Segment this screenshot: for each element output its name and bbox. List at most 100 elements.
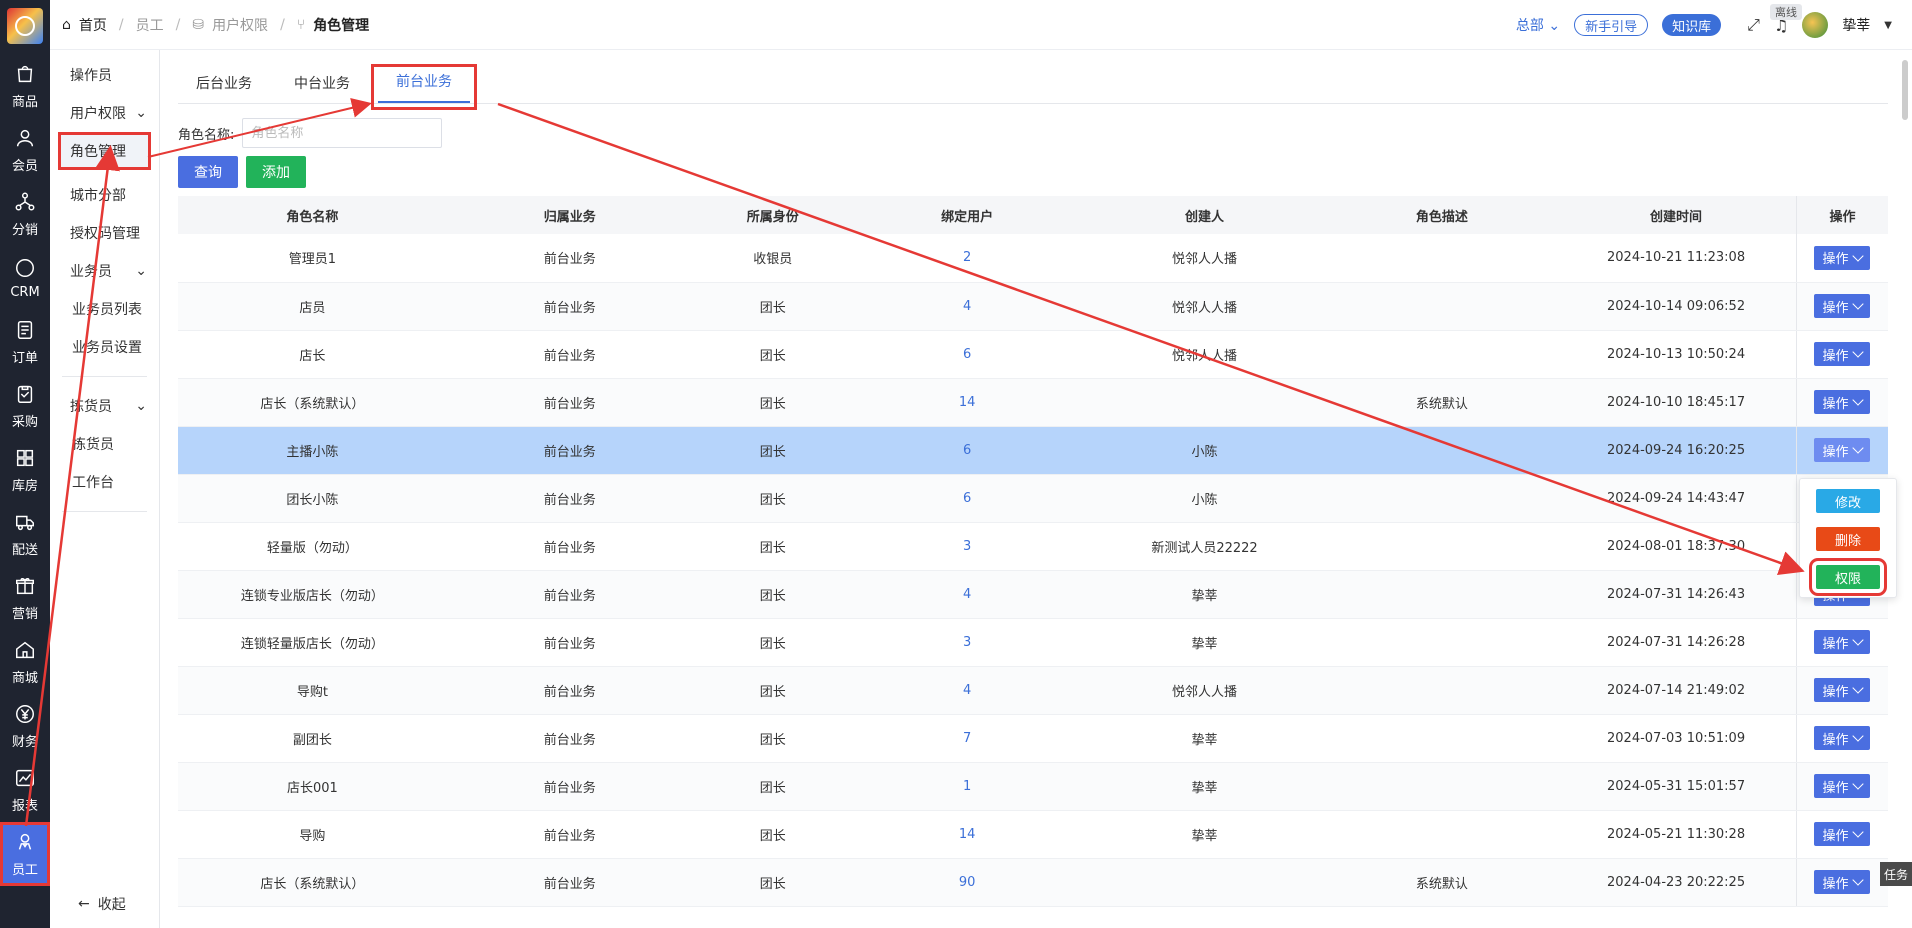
table-row[interactable]: 副团长 前台业务 团长 7 挚莘 2024-07-03 10:51:09 操作 xyxy=(178,714,1888,763)
operation-button[interactable]: 操作 xyxy=(1814,726,1871,750)
table-cell xyxy=(1327,474,1557,523)
add-button[interactable]: 添加 xyxy=(246,156,306,188)
guide-button[interactable]: 新手引导 xyxy=(1574,14,1649,36)
table-row[interactable]: 轻量版（勿动） 前台业务 团长 3 新测试人员22222 2024-08-01 18:37… xyxy=(178,522,1888,571)
sidebar-item-label: 工作台 xyxy=(72,475,114,491)
table-cell[interactable]: 1 xyxy=(852,762,1082,811)
operation-button[interactable]: 操作 xyxy=(1814,678,1871,702)
table-cell[interactable]: 14 xyxy=(852,810,1082,859)
table-cell[interactable]: 4 xyxy=(852,282,1082,331)
breadcrumb-perm[interactable]: 用户权限 xyxy=(212,15,268,35)
rail-item-7[interactable]: 配送 xyxy=(0,502,50,566)
operation-button[interactable]: 操作 xyxy=(1814,822,1871,846)
table-row[interactable]: 主播小陈 前台业务 团长 6 小陈 2024-09-24 16:20:25 操作 xyxy=(178,426,1888,475)
table-row[interactable]: 导购 前台业务 团长 14 挚莘 2024-05-21 11:30:28 操作 xyxy=(178,810,1888,859)
caret-down-icon[interactable]: ▼ xyxy=(1884,20,1892,31)
breadcrumb-staff[interactable]: 员工 xyxy=(136,15,164,35)
user-icon xyxy=(14,127,36,153)
arrow-left-icon: ← xyxy=(78,896,90,912)
query-button[interactable]: 查询 xyxy=(178,156,238,188)
operation-button[interactable]: 操作 xyxy=(1814,774,1871,798)
operation-button[interactable]: 操作 xyxy=(1814,294,1871,318)
table-row[interactable]: 团长小陈前台业务团长6小陈2024-09-24 14:43:47操作 xyxy=(178,474,1888,523)
chevron-down-icon xyxy=(1852,394,1865,406)
rail-item-10[interactable]: 财务 xyxy=(0,694,50,758)
operation-button[interactable]: 操作 xyxy=(1814,245,1871,270)
table-row[interactable]: 连锁专业版店长（勿动）前台业务团长4挚莘2024-07-31 14:26:43操… xyxy=(178,570,1888,619)
hq-selector[interactable]: 总部 ⌄ xyxy=(1516,15,1560,35)
rail-item-5[interactable]: 采购 xyxy=(0,374,50,438)
table-cell[interactable]: 4 xyxy=(852,570,1082,619)
app-logo[interactable] xyxy=(7,8,43,44)
rail-item-12[interactable]: 员工 xyxy=(0,822,50,886)
username[interactable]: 挚莘 xyxy=(1842,15,1870,35)
operation-button[interactable]: 操作 xyxy=(1814,438,1871,462)
breadcrumb-home[interactable]: 首页 xyxy=(79,15,107,35)
sidebar-item-salesman-settings[interactable]: 业务员设置 xyxy=(50,328,159,366)
operation-button[interactable]: 操作 xyxy=(1814,342,1871,366)
rail-item-8[interactable]: 营销 xyxy=(0,566,50,630)
rail-item-label: 库房 xyxy=(11,478,38,494)
sidebar-item-city-branch[interactable]: 城市分部 xyxy=(50,176,159,214)
table-cell: 导购t xyxy=(178,666,447,715)
table-cell: 副团长 xyxy=(178,714,447,763)
table-row[interactable]: 管理员1 前台业务 收银员 2 悦邻人人播 2024-10-21 11:23:08 操作 xyxy=(178,234,1888,283)
sidebar-item-role-mgmt[interactable]: 角色管理 xyxy=(58,132,151,170)
sidebar-item-salesman-list[interactable]: 业务员列表 xyxy=(50,290,159,328)
fullscreen-icon[interactable]: ⤢ xyxy=(1747,15,1760,35)
edit-button[interactable]: 修改 xyxy=(1816,489,1880,513)
table-cell[interactable]: 14 xyxy=(852,378,1082,427)
table-row[interactable]: 导购t 前台业务 团长 4 悦邻人人播 2024-07-14 21:49:02 操作 xyxy=(178,666,1888,715)
table-row[interactable]: 连锁轻量版店长（勿动） 前台业务 团长 3 挚莘 2024-07-31 14:26:28 操… xyxy=(178,618,1888,667)
operation-button[interactable]: 操作 xyxy=(1814,870,1871,894)
rail-item-1[interactable]: 会员 xyxy=(0,118,50,182)
tab-middle[interactable]: 中台业务 xyxy=(276,73,368,103)
table-row[interactable]: 店长（系统默认） 前台业务 团长 90 系统默认 2024-04-23 20:22:25 操… xyxy=(178,858,1888,907)
collapse-button[interactable]: ← 收起 xyxy=(78,894,126,914)
table-row[interactable]: 店长001 前台业务 团长 1 挚莘 2024-05-31 15:01:57 操作 xyxy=(178,762,1888,811)
table-cell: 悦邻人人播 xyxy=(1081,666,1328,715)
table-cell[interactable]: 4 xyxy=(852,666,1082,715)
task-button[interactable]: 任务 xyxy=(1880,862,1912,886)
rail-item-3[interactable]: CRM xyxy=(0,246,50,310)
sidebar-item-workbench[interactable]: 工作台 xyxy=(50,463,159,501)
sidebar-item-picker[interactable]: 拣货员 xyxy=(50,425,159,463)
sidebar-item-auth-code[interactable]: 授权码管理 xyxy=(50,214,159,252)
rail-item-11[interactable]: 报表 xyxy=(0,758,50,822)
scrollbar[interactable] xyxy=(1902,60,1908,120)
breadcrumb-separator: / xyxy=(280,16,285,33)
table-cell[interactable]: 3 xyxy=(852,522,1082,571)
table-row[interactable]: 店长（系统默认） 前台业务 团长 14 系统默认 2024-10-10 18:45:17 操… xyxy=(178,378,1888,427)
sidebar-group-salesman[interactable]: 业务员 ⌄ xyxy=(50,252,159,290)
permission-button[interactable]: 权限 xyxy=(1809,558,1887,596)
role-name-input[interactable] xyxy=(242,118,443,148)
breadcrumb-separator: / xyxy=(175,16,181,33)
operation-button[interactable]: 操作 xyxy=(1814,390,1871,414)
tab-frontend[interactable]: 前台业务 xyxy=(371,64,477,110)
rail-item-9[interactable]: 商城 xyxy=(0,630,50,694)
table-cell xyxy=(1327,522,1557,571)
delete-button[interactable]: 删除 xyxy=(1816,527,1880,551)
sidebar-group-user-perm[interactable]: 用户权限 ⌄ xyxy=(50,94,159,132)
table-row[interactable]: 店长 前台业务 团长 6 悦邻人人播 2024-10-13 10:50:24 操作 xyxy=(178,330,1888,379)
tab-backend[interactable]: 后台业务 xyxy=(178,73,270,103)
avatar[interactable] xyxy=(1802,12,1829,38)
table-cell[interactable]: 3 xyxy=(852,618,1082,667)
table-row[interactable]: 店员 前台业务 团长 4 悦邻人人播 2024-10-14 09:06:52 操作 xyxy=(178,282,1888,331)
table-cell[interactable]: 2 xyxy=(852,234,1082,283)
table-cell[interactable]: 7 xyxy=(852,714,1082,763)
rail-item-0[interactable]: 商品 xyxy=(0,54,50,118)
knowledge-button[interactable]: 知识库 xyxy=(1662,14,1722,36)
table-cell[interactable]: 6 xyxy=(852,330,1082,379)
table-cell[interactable]: 90 xyxy=(852,858,1082,907)
operation-button[interactable]: 操作 xyxy=(1814,630,1871,654)
table-cell[interactable]: 6 xyxy=(852,474,1082,523)
sidebar-item-operator[interactable]: 操作员 xyxy=(50,56,159,94)
divider xyxy=(62,511,147,512)
sidebar-group-picker[interactable]: 拣货员 ⌄ xyxy=(50,387,159,425)
rail-item-4[interactable]: 订单 xyxy=(0,310,50,374)
rail-item-2[interactable]: 分销 xyxy=(0,182,50,246)
table-cell: 轻量版（勿动） xyxy=(178,522,447,571)
table-cell[interactable]: 6 xyxy=(852,426,1082,475)
rail-item-6[interactable]: 库房 xyxy=(0,438,50,502)
